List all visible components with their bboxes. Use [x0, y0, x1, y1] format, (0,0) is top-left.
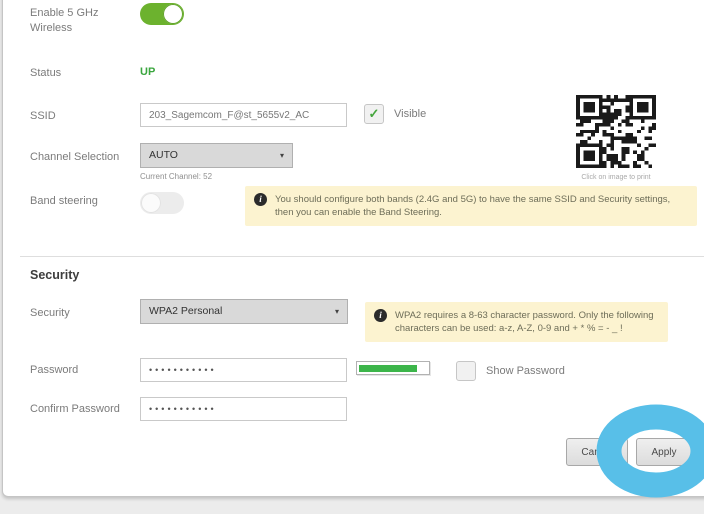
security-select-value: WPA2 Personal [149, 305, 222, 317]
band-steering-toggle[interactable] [140, 192, 184, 214]
enable-5ghz-toggle[interactable] [140, 3, 184, 25]
security-select[interactable]: WPA2 Personal ▾ [140, 299, 348, 324]
status-label: Status [30, 66, 61, 81]
cancel-button[interactable]: Cancel [566, 438, 628, 466]
show-password-checkbox[interactable] [456, 361, 476, 381]
password-label: Password [30, 363, 78, 378]
status-value: UP [140, 66, 155, 78]
chevron-down-icon: ▾ [280, 144, 284, 167]
password-input[interactable] [140, 358, 347, 382]
security-section-heading: Security [30, 268, 79, 282]
qr-caption: Click on image to print [576, 174, 656, 181]
security-label: Security [30, 306, 70, 321]
ssid-label: SSID [30, 109, 56, 124]
channel-selection-label: Channel Selection [30, 150, 119, 165]
security-info-text: WPA2 requires a 8-63 character password.… [395, 310, 654, 334]
confirm-password-label: Confirm Password [30, 402, 120, 417]
info-icon: i [254, 193, 267, 206]
apply-button[interactable]: Apply [636, 438, 692, 466]
visible-label: Visible [394, 107, 426, 122]
section-divider [20, 256, 704, 257]
security-info-box: i WPA2 requires a 8-63 character passwor… [365, 302, 668, 342]
ssid-input[interactable] [140, 103, 347, 127]
chevron-down-icon: ▾ [335, 300, 339, 323]
confirm-password-input[interactable] [140, 397, 347, 421]
toggle-knob [163, 4, 183, 24]
show-password-label: Show Password [486, 364, 565, 379]
channel-select[interactable]: AUTO ▾ [140, 143, 293, 168]
band-steering-label: Band steering [30, 194, 98, 209]
qr-code[interactable]: Click on image to print [576, 95, 656, 181]
password-strength-meter [356, 361, 430, 375]
check-icon: ✓ [369, 106, 380, 121]
band-steering-info-box: i You should configure both bands (2.4G … [245, 186, 697, 226]
toggle-knob [141, 193, 161, 213]
current-channel-note: Current Channel: 52 [140, 172, 212, 181]
band-steering-info-text: You should configure both bands (2.4G an… [275, 194, 670, 218]
password-strength-fill [359, 365, 417, 372]
visible-checkbox[interactable]: ✓ [364, 104, 384, 124]
settings-card [2, 0, 704, 497]
info-icon: i [374, 309, 387, 322]
channel-select-value: AUTO [149, 149, 178, 161]
enable-5ghz-label: Enable 5 GHz Wireless [30, 6, 115, 36]
